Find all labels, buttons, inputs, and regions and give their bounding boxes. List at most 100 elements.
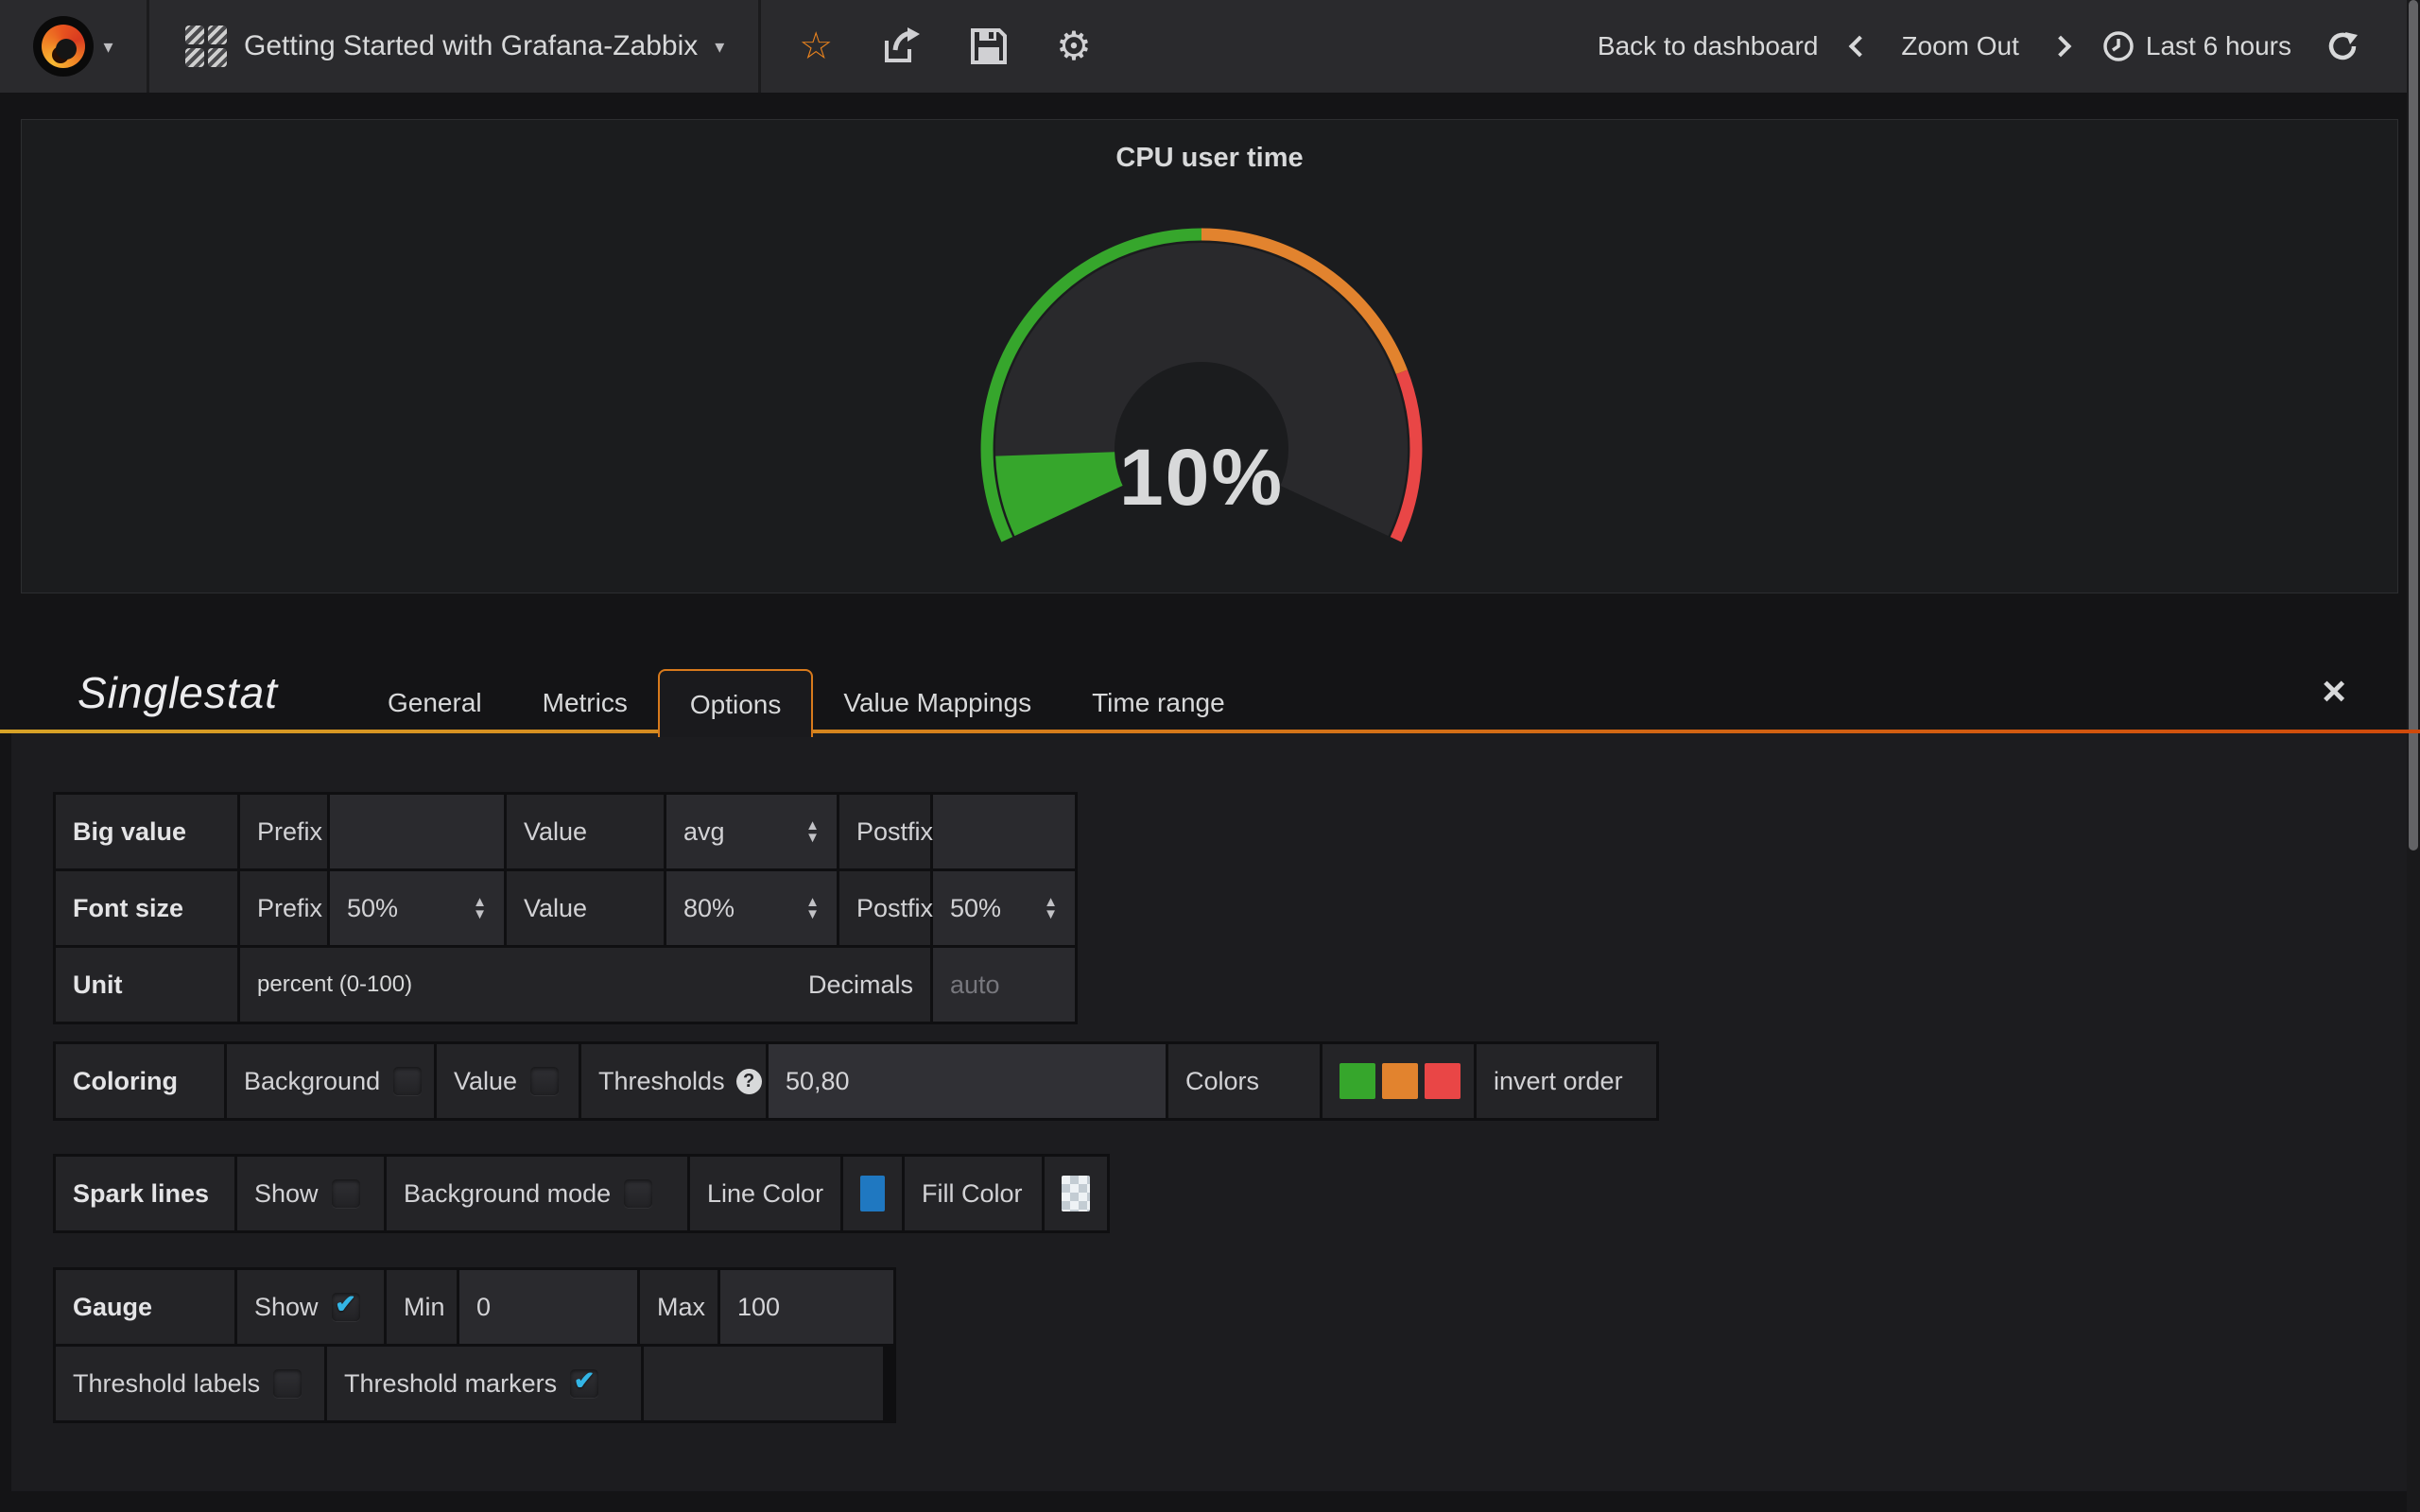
- background-mode-checkbox[interactable]: [624, 1179, 652, 1208]
- thresholds-input-cell: [769, 1044, 1166, 1118]
- min-input-cell: [459, 1270, 637, 1344]
- panel-title: CPU user time: [22, 143, 2397, 174]
- star-button[interactable]: ☆: [799, 27, 833, 65]
- big-value-postfix-input[interactable]: [950, 817, 1058, 847]
- spark-show-cell: Show: [237, 1157, 384, 1230]
- tab-general[interactable]: General: [357, 673, 512, 733]
- threshold-labels-cell: Threshold labels: [56, 1347, 324, 1420]
- tab-metrics[interactable]: Metrics: [512, 673, 658, 733]
- postfix-label: Postfix: [839, 795, 930, 868]
- threshold-color-swatch-orange[interactable]: [1382, 1063, 1418, 1099]
- postfix-fontsize-select[interactable]: 50% ▲▼: [933, 871, 1075, 945]
- unit-value-cell: percent (0-100) Decimals: [240, 948, 930, 1022]
- back-to-dashboard-button[interactable]: Back to dashboard: [1598, 31, 1819, 61]
- value-options-table: Big value Prefix Value avg ▲▼ Postfix Fo…: [53, 792, 1078, 1024]
- big-value-prefix-input[interactable]: [347, 817, 487, 847]
- help-icon[interactable]: ?: [736, 1069, 762, 1094]
- fill-color-swatch[interactable]: [1062, 1176, 1090, 1211]
- prefix-fontsize-select[interactable]: 50% ▲▼: [330, 871, 504, 945]
- max-label: Max: [640, 1270, 717, 1344]
- tab-options[interactable]: Options: [658, 669, 814, 737]
- page-scrollbar[interactable]: [2407, 0, 2420, 1512]
- grafana-main-menu[interactable]: ▾: [0, 0, 149, 93]
- show-label: Show: [254, 1179, 319, 1209]
- threshold-color-swatch-red[interactable]: [1425, 1063, 1461, 1099]
- coloring-label: Coloring: [56, 1044, 224, 1118]
- gauge-show-checkbox[interactable]: ✔: [332, 1293, 360, 1321]
- coloring-table: Coloring Background Value Thresholds ? C…: [53, 1041, 1659, 1121]
- unit-row: Unit percent (0-100) Decimals: [56, 948, 1075, 1022]
- background-mode-label: Background mode: [404, 1179, 611, 1209]
- top-navbar: ▾ Getting Started with Grafana-Zabbix ▾ …: [0, 0, 2420, 93]
- coloring-row: Coloring Background Value Thresholds ? C…: [56, 1044, 1656, 1118]
- font-size-label: Font size: [56, 871, 237, 945]
- big-value-stat-select[interactable]: avg ▲▼: [666, 795, 837, 868]
- gauge-options-table: Gauge Show ✔ Min Max Threshold labels: [53, 1267, 896, 1423]
- time-shift-right-icon[interactable]: [2050, 36, 2072, 58]
- select-arrows-icon: ▲▼: [794, 896, 820, 920]
- value-color-label: Value: [454, 1067, 517, 1096]
- min-label: Min: [387, 1270, 457, 1344]
- gauge-show-cell: Show ✔: [237, 1270, 384, 1344]
- colors-label: Colors: [1168, 1044, 1320, 1118]
- big-value-row: Big value Prefix Value avg ▲▼ Postfix: [56, 795, 1075, 868]
- share-button[interactable]: [882, 27, 922, 65]
- value-toggle-cell: Value: [437, 1044, 579, 1118]
- invert-order-button[interactable]: invert order: [1477, 1044, 1656, 1118]
- grafana-logo-icon: [33, 16, 94, 77]
- gauge-value: 10%: [1012, 432, 1391, 524]
- prefix-label: Prefix: [240, 795, 327, 868]
- background-checkbox[interactable]: [393, 1067, 422, 1095]
- background-label: Background: [244, 1067, 380, 1096]
- threshold-color-swatch-green[interactable]: [1340, 1063, 1375, 1099]
- value-checkbox[interactable]: [530, 1067, 559, 1095]
- background-mode-cell: Background mode: [387, 1157, 687, 1230]
- spark-lines-label: Spark lines: [56, 1157, 234, 1230]
- panel-editor-header: Singlestat General Metrics Options Value…: [0, 593, 2420, 733]
- thresholds-label-cell: Thresholds ?: [581, 1044, 766, 1118]
- time-range-picker[interactable]: Last 6 hours: [2102, 30, 2291, 62]
- colors-swatches-cell: [1322, 1044, 1474, 1118]
- tab-value-mappings[interactable]: Value Mappings: [813, 673, 1062, 733]
- save-button[interactable]: [971, 28, 1007, 64]
- line-color-label: Line Color: [690, 1157, 840, 1230]
- line-color-swatch[interactable]: [860, 1176, 885, 1211]
- zoom-out-button[interactable]: Zoom Out: [1901, 31, 2018, 61]
- dashboard-title-dropdown[interactable]: Getting Started with Grafana-Zabbix ▾: [149, 0, 761, 93]
- share-icon: [882, 27, 922, 65]
- value-label: Value: [507, 795, 664, 868]
- decimals-input-cell: [933, 948, 1075, 1022]
- refresh-button[interactable]: [2325, 29, 2360, 63]
- spark-show-checkbox[interactable]: [332, 1179, 360, 1208]
- refresh-icon: [2325, 29, 2360, 63]
- unit-label: Unit: [56, 948, 237, 1022]
- dashboard-grid-icon: [185, 26, 227, 67]
- threshold-labels-label: Threshold labels: [73, 1369, 260, 1399]
- tab-time-range[interactable]: Time range: [1062, 673, 1255, 733]
- gauge-max-input[interactable]: [737, 1293, 876, 1322]
- scrollbar-thumb[interactable]: [2409, 0, 2418, 850]
- settings-button[interactable]: ⚙: [1056, 26, 1092, 66]
- threshold-markers-cell: Threshold markers ✔: [327, 1347, 641, 1420]
- prefix-input-cell: [330, 795, 504, 868]
- chevron-down-icon: ▾: [103, 35, 112, 59]
- dashboard-title: Getting Started with Grafana-Zabbix: [244, 30, 698, 62]
- time-shift-left-icon[interactable]: [1849, 36, 1871, 58]
- spark-lines-row: Spark lines Show Background mode Line Co…: [56, 1157, 1107, 1230]
- fill-color-cell: [1045, 1157, 1107, 1230]
- gauge-label: Gauge: [56, 1270, 234, 1344]
- select-arrows-icon: ▲▼: [1032, 896, 1058, 920]
- panel-type-title: Singlestat: [78, 667, 278, 718]
- select-arrows-icon: ▲▼: [794, 819, 820, 844]
- spark-lines-table: Spark lines Show Background mode Line Co…: [53, 1154, 1110, 1233]
- gauge-min-input[interactable]: [476, 1293, 620, 1322]
- thresholds-input[interactable]: [786, 1067, 1149, 1096]
- threshold-labels-checkbox[interactable]: [273, 1369, 302, 1398]
- big-value-label: Big value: [56, 795, 237, 868]
- unit-select-link[interactable]: percent (0-100): [257, 971, 412, 998]
- decimals-input[interactable]: [950, 971, 1058, 1000]
- save-icon: [971, 28, 1007, 64]
- threshold-markers-checkbox[interactable]: ✔: [570, 1369, 598, 1398]
- value-fontsize-select[interactable]: 80% ▲▼: [666, 871, 837, 945]
- close-editor-icon[interactable]: ×: [2322, 671, 2346, 713]
